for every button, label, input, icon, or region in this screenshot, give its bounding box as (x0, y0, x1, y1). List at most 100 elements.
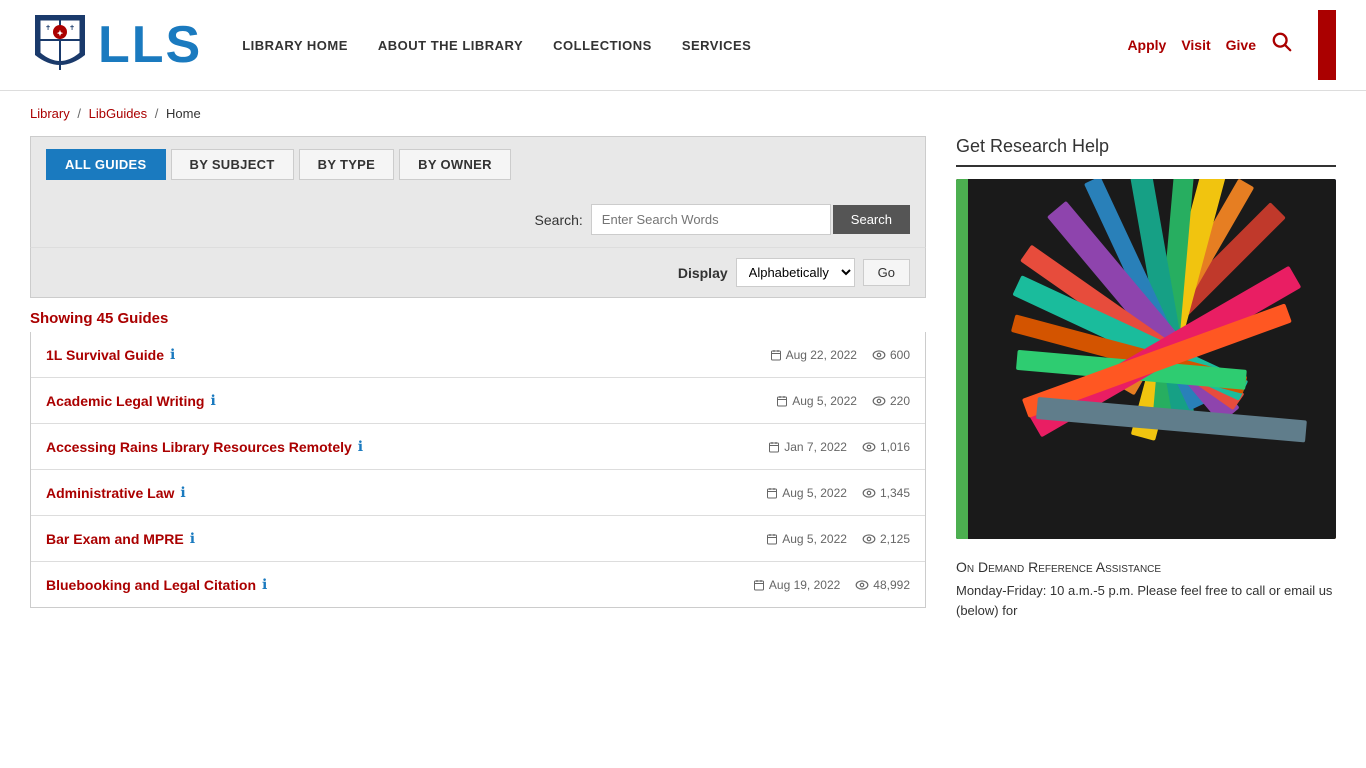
guide-date-1: Aug 5, 2022 (776, 394, 857, 408)
apply-link[interactable]: Apply (1127, 37, 1166, 53)
reference-title-text: On Demand Reference Assistance (956, 559, 1161, 575)
reference-title: On Demand Reference Assistance (956, 559, 1336, 575)
tab-by-owner[interactable]: BY OWNER (399, 149, 511, 180)
guide-date-2: Jan 7, 2022 (768, 440, 847, 454)
breadcrumb: Library / LibGuides / Home (30, 106, 1336, 121)
eye-icon (862, 442, 876, 452)
tab-by-subject[interactable]: BY SUBJECT (171, 149, 294, 180)
views-text-0: 600 (890, 348, 910, 362)
give-link[interactable]: Give (1226, 37, 1256, 53)
table-row: 1L Survival Guide ℹ Aug 22, 2022 600 (31, 332, 925, 378)
go-button[interactable]: Go (863, 259, 910, 286)
guide-left-3: Administrative Law ℹ (46, 484, 186, 501)
eye-icon (855, 580, 869, 590)
tab-by-type[interactable]: BY TYPE (299, 149, 395, 180)
search-icon (1271, 31, 1293, 53)
info-icon-1[interactable]: ℹ (210, 392, 215, 409)
nav-library-home[interactable]: LIBRARY HOME (242, 38, 348, 53)
calendar-icon (768, 441, 780, 453)
tab-all-guides[interactable]: ALL GUIDES (46, 149, 166, 180)
logo-text: LLS (98, 19, 202, 71)
guide-date-3: Aug 5, 2022 (766, 486, 847, 500)
books-image (956, 179, 1336, 539)
breadcrumb-libguides[interactable]: LibGuides (89, 106, 148, 121)
guide-views-1: 220 (872, 394, 910, 408)
guide-meta-3: Aug 5, 2022 1,345 (766, 486, 910, 500)
guide-views-3: 1,345 (862, 486, 910, 500)
calendar-icon (776, 395, 788, 407)
nav-about-library[interactable]: ABOUT THE LIBRARY (378, 38, 523, 53)
guide-title-5[interactable]: Bluebooking and Legal Citation (46, 577, 256, 593)
site-header: ✦ ✝ ✝ LLS LIBRARY HOME ABOUT THE LIBRARY… (0, 0, 1366, 91)
search-input[interactable] (591, 204, 831, 235)
info-icon-0[interactable]: ℹ (170, 346, 175, 363)
breadcrumb-sep-2: / (155, 106, 159, 121)
red-bar-decoration (1318, 10, 1336, 80)
eye-icon (872, 350, 886, 360)
date-text-3: Aug 5, 2022 (782, 486, 847, 500)
calendar-icon (766, 533, 778, 545)
books-svg (956, 179, 1336, 539)
main-nav: LIBRARY HOME ABOUT THE LIBRARY COLLECTIO… (242, 38, 1127, 53)
table-row: Bluebooking and Legal Citation ℹ Aug 19,… (31, 562, 925, 607)
info-icon-3[interactable]: ℹ (180, 484, 185, 501)
guide-left-0: 1L Survival Guide ℹ (46, 346, 175, 363)
reference-section: On Demand Reference Assistance Monday-Fr… (956, 554, 1336, 620)
guide-left-4: Bar Exam and MPRE ℹ (46, 530, 195, 547)
views-text-4: 2,125 (880, 532, 910, 546)
guide-views-5: 48,992 (855, 578, 910, 592)
guide-title-3[interactable]: Administrative Law (46, 485, 174, 501)
nav-services[interactable]: SERVICES (682, 38, 752, 53)
left-panel: ALL GUIDES BY SUBJECT BY TYPE BY OWNER S… (30, 136, 926, 620)
main-content: ALL GUIDES BY SUBJECT BY TYPE BY OWNER S… (0, 126, 1366, 640)
calendar-icon (770, 349, 782, 361)
breadcrumb-library[interactable]: Library (30, 106, 70, 121)
date-text-1: Aug 5, 2022 (792, 394, 857, 408)
info-icon-2[interactable]: ℹ (358, 438, 363, 455)
views-text-3: 1,345 (880, 486, 910, 500)
guide-date-0: Aug 22, 2022 (770, 348, 857, 362)
guide-title-1[interactable]: Academic Legal Writing (46, 393, 204, 409)
search-button[interactable]: Search (833, 205, 910, 234)
guide-left-2: Accessing Rains Library Resources Remote… (46, 438, 363, 455)
guide-meta-2: Jan 7, 2022 1,016 (768, 440, 910, 454)
date-text-0: Aug 22, 2022 (786, 348, 857, 362)
table-row: Academic Legal Writing ℹ Aug 5, 2022 220 (31, 378, 925, 424)
right-panel: Get Research Help (956, 136, 1336, 620)
views-text-5: 48,992 (873, 578, 910, 592)
eye-icon (872, 396, 886, 406)
visit-link[interactable]: Visit (1181, 37, 1210, 53)
table-row: Bar Exam and MPRE ℹ Aug 5, 2022 2,125 (31, 516, 925, 562)
guide-meta-0: Aug 22, 2022 600 (770, 348, 910, 362)
info-icon-4[interactable]: ℹ (190, 530, 195, 547)
research-help-title: Get Research Help (956, 136, 1336, 167)
info-icon-5[interactable]: ℹ (262, 576, 267, 593)
nav-collections[interactable]: COLLECTIONS (553, 38, 652, 53)
guide-views-4: 2,125 (862, 532, 910, 546)
calendar-icon (766, 487, 778, 499)
date-text-4: Aug 5, 2022 (782, 532, 847, 546)
guides-count: Showing 45 Guides (30, 298, 926, 332)
guide-title-4[interactable]: Bar Exam and MPRE (46, 531, 184, 547)
breadcrumb-area: Library / LibGuides / Home (0, 91, 1366, 126)
logo-link[interactable]: ✦ ✝ ✝ LLS (30, 10, 202, 80)
date-text-2: Jan 7, 2022 (784, 440, 847, 454)
display-select[interactable]: Alphabetically By Date By Views (736, 258, 855, 287)
search-bar-container: Search: Search (30, 192, 926, 247)
display-label: Display (678, 265, 728, 281)
guide-meta-5: Aug 19, 2022 48,992 (753, 578, 910, 592)
guide-list: 1L Survival Guide ℹ Aug 22, 2022 600 (30, 332, 926, 608)
guide-title-2[interactable]: Accessing Rains Library Resources Remote… (46, 439, 352, 455)
guide-title-0[interactable]: 1L Survival Guide (46, 347, 164, 363)
breadcrumb-home: Home (166, 106, 201, 121)
guide-meta-1: Aug 5, 2022 220 (776, 394, 910, 408)
eye-icon (862, 534, 876, 544)
guide-left-1: Academic Legal Writing ℹ (46, 392, 216, 409)
shield-logo: ✦ ✝ ✝ (30, 10, 90, 80)
views-text-1: 220 (890, 394, 910, 408)
display-row: Display Alphabetically By Date By Views … (30, 247, 926, 298)
tabs-container: ALL GUIDES BY SUBJECT BY TYPE BY OWNER (30, 136, 926, 192)
svg-text:✝: ✝ (69, 24, 75, 32)
search-icon-button[interactable] (1271, 31, 1293, 59)
guide-views-2: 1,016 (862, 440, 910, 454)
